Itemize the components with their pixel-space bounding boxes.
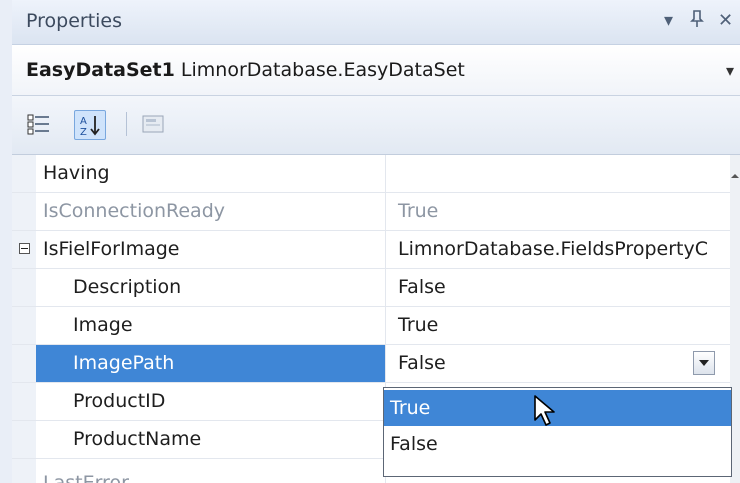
property-name: Having [43, 162, 110, 184]
categorized-icon [27, 114, 49, 135]
property-value-editor[interactable]: False [385, 345, 715, 382]
property-row-image[interactable]: Image True [12, 307, 740, 345]
close-icon[interactable]: ✕ [718, 10, 733, 31]
window-position-dropdown-icon[interactable]: ▾ [664, 10, 673, 31]
alphabetical-sort-icon: A Z [80, 116, 100, 137]
alphabetical-button[interactable]: A Z [74, 110, 106, 140]
pin-icon[interactable] [690, 10, 704, 33]
property-value[interactable]: True [385, 307, 715, 344]
value-dropdown-button[interactable] [693, 351, 715, 375]
property-pages-button[interactable] [138, 110, 168, 138]
property-name: IsConnectionReady [43, 200, 225, 222]
scroll-up-icon[interactable] [730, 171, 740, 181]
property-value[interactable]: False [385, 269, 715, 306]
property-name: Image [73, 314, 133, 336]
collapse-icon[interactable] [19, 243, 30, 254]
svg-text:A: A [80, 116, 87, 127]
property-name: IsFielForImage [43, 238, 180, 260]
object-type: LimnorDatabase.EasyDataSet [180, 59, 465, 81]
property-row-isconnectionready[interactable]: IsConnectionReady True [12, 193, 740, 231]
property-value: True [385, 193, 715, 230]
property-row-description[interactable]: Description False [12, 269, 740, 307]
property-name: LastError [43, 472, 129, 483]
property-row-having[interactable]: Having [12, 155, 740, 193]
properties-panel: Properties ▾ ✕ EasyDataSet1 LimnorDataba… [12, 0, 740, 483]
property-name: Description [73, 276, 182, 298]
property-name: ImagePath [73, 352, 175, 374]
mouse-cursor-icon [534, 395, 555, 426]
property-row-isfielforimage[interactable]: IsFielForImage LimnorDatabase.FieldsProp… [12, 231, 740, 269]
property-pages-icon [142, 115, 164, 133]
property-value[interactable]: LimnorDatabase.FieldsPropertyC [385, 231, 715, 268]
properties-titlebar: Properties ▾ ✕ [12, 0, 740, 45]
property-row-imagepath[interactable]: ImagePath False [12, 345, 740, 383]
property-name: ProductID [73, 390, 166, 412]
property-name: ProductName [73, 428, 202, 450]
chevron-down-icon [699, 360, 709, 366]
panel-title: Properties [26, 10, 123, 32]
object-name: EasyDataSet1 [26, 59, 175, 81]
object-selector-text: EasyDataSet1 LimnorDatabase.EasyDataSet [26, 59, 465, 81]
object-selector-arrow-icon[interactable]: ▾ [726, 61, 734, 80]
properties-toolbar: A Z [12, 96, 740, 155]
property-value[interactable] [385, 155, 715, 192]
toolbar-separator [126, 112, 127, 136]
categorized-button[interactable] [24, 110, 54, 138]
svg-text:Z: Z [80, 127, 87, 137]
object-selector[interactable]: EasyDataSet1 LimnorDatabase.EasyDataSet … [12, 45, 740, 96]
dropdown-option-false[interactable]: False [384, 426, 731, 462]
